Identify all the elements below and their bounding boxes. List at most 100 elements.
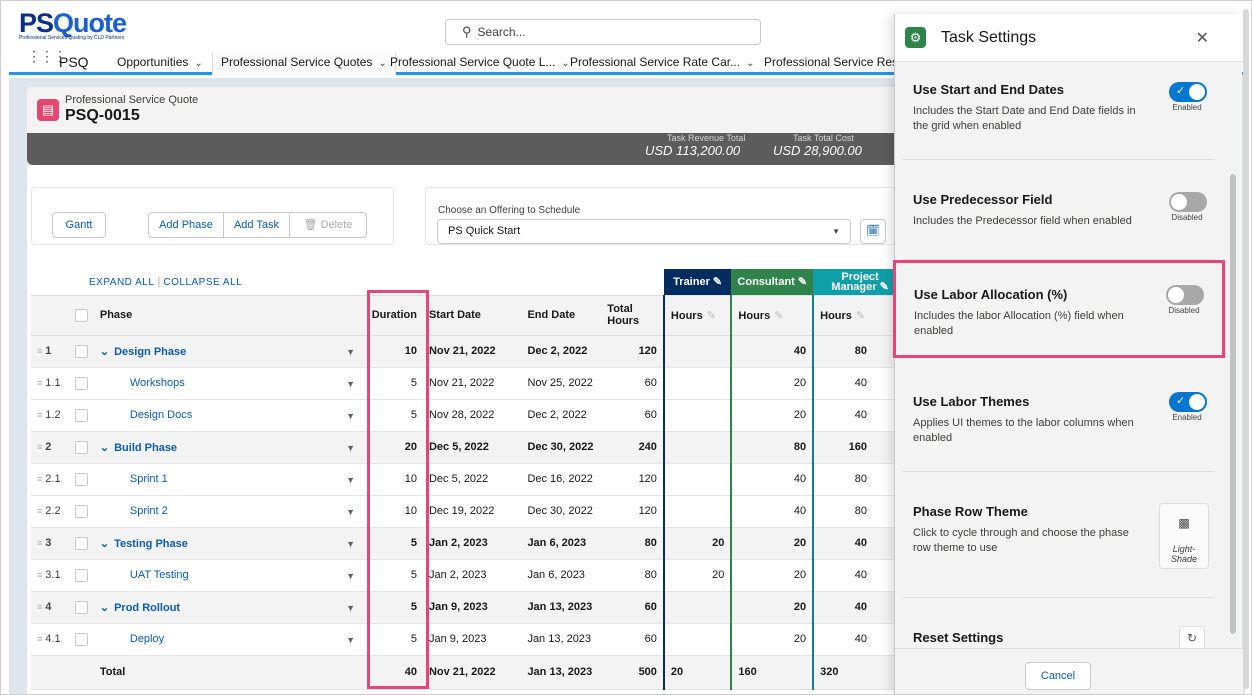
task-name-link[interactable]: Design Docs [130, 409, 192, 421]
consultant-hours-cell[interactable]: 20 [730, 591, 814, 624]
phase-row[interactable]: ≡ 1 ⌄ Design Phase ▼ 10 Nov 21, 2022 Dec 2, 202… [31, 335, 907, 368]
phase-name-link[interactable]: Testing Phase [114, 538, 188, 550]
phase-row[interactable]: ≡ 4 ⌄ Prod Rollout ▼ 5 Jan 9, 2023 Jan 13, 2023… [31, 591, 907, 624]
start-date-cell[interactable]: Jan 2, 2023 [422, 527, 522, 560]
chevron-down-icon[interactable]: ⌄ [100, 602, 109, 614]
labor-trainer-header[interactable]: Trainer ✎ [663, 269, 732, 296]
row-checkbox[interactable] [74, 504, 88, 518]
row-checkbox[interactable] [74, 376, 88, 390]
consultant-hours-cell[interactable]: 40 [730, 335, 814, 368]
start-date-cell[interactable]: Dec 19, 2022 [422, 495, 522, 528]
nav-tab-professional-service-quotes[interactable]: Professional Service Quotes ⌄ [212, 52, 396, 75]
row-checkbox[interactable] [74, 600, 88, 614]
pencil-icon[interactable]: ✎ [713, 276, 722, 288]
col-trainer-hours[interactable]: Hours ✎ [662, 295, 732, 336]
consultant-hours-cell[interactable]: 20 [730, 527, 814, 560]
trainer-hours-cell[interactable] [662, 495, 732, 528]
phase-name-link[interactable]: Build Phase [114, 442, 177, 454]
pm-hours-cell[interactable]: 80 [812, 463, 907, 496]
trainer-hours-cell[interactable] [662, 367, 732, 400]
end-date-cell[interactable]: Dec 30, 2022 [521, 431, 602, 464]
trainer-hours-cell[interactable]: 20 [662, 559, 732, 592]
trainer-hours-cell[interactable] [662, 431, 732, 464]
pm-hours-cell[interactable]: 40 [812, 367, 907, 400]
pm-hours-cell[interactable]: 40 [812, 527, 907, 560]
phase-name-link[interactable]: Design Phase [114, 346, 186, 358]
start-end-dates-toggle[interactable]: ✓ [1169, 82, 1207, 102]
row-menu-icon[interactable]: ▼ [346, 475, 355, 485]
pm-hours-cell[interactable]: 80 [812, 495, 907, 528]
pm-hours-cell[interactable]: 40 [812, 623, 907, 656]
row-menu-icon[interactable]: ▼ [346, 507, 355, 517]
chevron-down-icon[interactable]: ⌄ [194, 58, 202, 69]
phase-row-theme-button[interactable]: ▩ Light-Shade [1159, 503, 1209, 569]
row-checkbox[interactable] [74, 408, 88, 422]
trainer-hours-cell[interactable] [662, 335, 732, 368]
task-row[interactable]: ≡ 2.1 Sprint 1 ▼ 10 Dec 5, 2022 Dec 16, 2022 12… [31, 463, 907, 496]
pencil-icon[interactable]: ✎ [880, 281, 889, 293]
row-menu-icon[interactable]: ▼ [346, 411, 355, 421]
task-name-link[interactable]: Deploy [130, 633, 164, 645]
drag-handle-icon[interactable]: ≡ [37, 538, 42, 548]
drag-handle-icon[interactable]: ≡ [37, 570, 42, 580]
drag-handle-icon[interactable]: ≡ [37, 634, 42, 644]
consultant-hours-cell[interactable]: 20 [730, 559, 814, 592]
end-date-cell[interactable]: Jan 6, 2023 [521, 559, 602, 592]
row-menu-icon[interactable]: ▼ [346, 571, 355, 581]
schedule-offering-button[interactable]: 🗓 [860, 219, 886, 244]
row-menu-icon[interactable]: ▼ [346, 443, 355, 453]
trainer-hours-cell[interactable] [662, 463, 732, 496]
task-row[interactable]: ≡ 4.1 Deploy ▼ 5 Jan 9, 2023 Jan 13, 2023 60 20 4… [31, 623, 907, 656]
start-date-cell[interactable]: Nov 21, 2022 [422, 335, 522, 368]
consultant-hours-cell[interactable]: 20 [730, 367, 814, 400]
end-date-cell[interactable]: Nov 25, 2022 [521, 367, 602, 400]
row-checkbox[interactable] [74, 440, 88, 454]
drag-handle-icon[interactable]: ≡ [37, 474, 42, 484]
col-end-date[interactable]: End Date [521, 295, 602, 336]
task-row[interactable]: ≡ 1.2 Design Docs ▼ 5 Nov 28, 2022 Dec 2, 2022… [31, 399, 907, 432]
chevron-down-icon[interactable]: ⌄ [100, 538, 109, 550]
trainer-hours-cell[interactable] [662, 399, 732, 432]
select-all-checkbox[interactable] [74, 308, 88, 322]
row-checkbox[interactable] [74, 344, 88, 358]
drag-handle-icon[interactable]: ≡ [37, 410, 42, 420]
drag-handle-icon[interactable]: ≡ [37, 346, 42, 356]
labor-themes-toggle[interactable]: ✓ [1169, 392, 1207, 412]
app-logo[interactable]: PSQuote Professional Services Quoting by… [19, 10, 127, 42]
panel-scrollbar[interactable] [1230, 174, 1236, 634]
end-date-cell[interactable]: Dec 2, 2022 [521, 335, 602, 368]
drag-handle-icon[interactable]: ≡ [37, 378, 42, 388]
chevron-down-icon[interactable]: ⌄ [100, 346, 109, 358]
drag-handle-icon[interactable]: ≡ [37, 506, 42, 516]
row-menu-icon[interactable]: ▼ [346, 603, 355, 613]
end-date-cell[interactable]: Dec 16, 2022 [521, 463, 602, 496]
start-date-cell[interactable]: Nov 21, 2022 [422, 367, 522, 400]
consultant-hours-cell[interactable]: 20 [730, 399, 814, 432]
consultant-hours-cell[interactable]: 80 [730, 431, 814, 464]
pm-hours-cell[interactable]: 40 [812, 399, 907, 432]
pencil-icon[interactable]: ✎ [856, 310, 865, 322]
col-total-hours[interactable]: Total Hours [601, 295, 664, 336]
add-phase-button[interactable]: Add Phase [148, 212, 224, 238]
predecessor-toggle[interactable] [1169, 192, 1207, 212]
trainer-hours-cell[interactable]: 20 [662, 527, 732, 560]
refresh-icon[interactable]: ↻ [1179, 626, 1205, 650]
add-task-button[interactable]: Add Task [223, 212, 290, 238]
chevron-down-icon[interactable]: ⌄ [100, 442, 109, 454]
row-checkbox[interactable] [74, 472, 88, 486]
pencil-icon[interactable]: ✎ [798, 276, 807, 288]
row-menu-icon[interactable]: ▼ [346, 539, 355, 549]
start-date-cell[interactable]: Jan 9, 2023 [422, 623, 522, 656]
phase-row[interactable]: ≡ 2 ⌄ Build Phase ▼ 20 Dec 5, 2022 Dec 30, 2022… [31, 431, 907, 464]
pm-hours-cell[interactable]: 40 [812, 559, 907, 592]
nav-tab-rate-cards[interactable]: Professional Service Rate Car... ⌄ [562, 52, 762, 75]
consultant-hours-cell[interactable]: 40 [730, 495, 814, 528]
global-search-input[interactable]: ⚲ Search... [445, 19, 761, 45]
task-name-link[interactable]: Sprint 1 [130, 473, 168, 485]
expand-all-link[interactable]: EXPAND ALL [89, 277, 154, 288]
delete-button[interactable]: 🗑 Delete [289, 212, 367, 238]
pm-hours-cell[interactable]: 160 [812, 431, 907, 464]
consultant-hours-cell[interactable]: 40 [730, 463, 814, 496]
phase-row[interactable]: ≡ 3 ⌄ Testing Phase ▼ 5 Jan 2, 2023 Jan 6, 2023… [31, 527, 907, 560]
task-name-link[interactable]: Workshops [130, 377, 185, 389]
